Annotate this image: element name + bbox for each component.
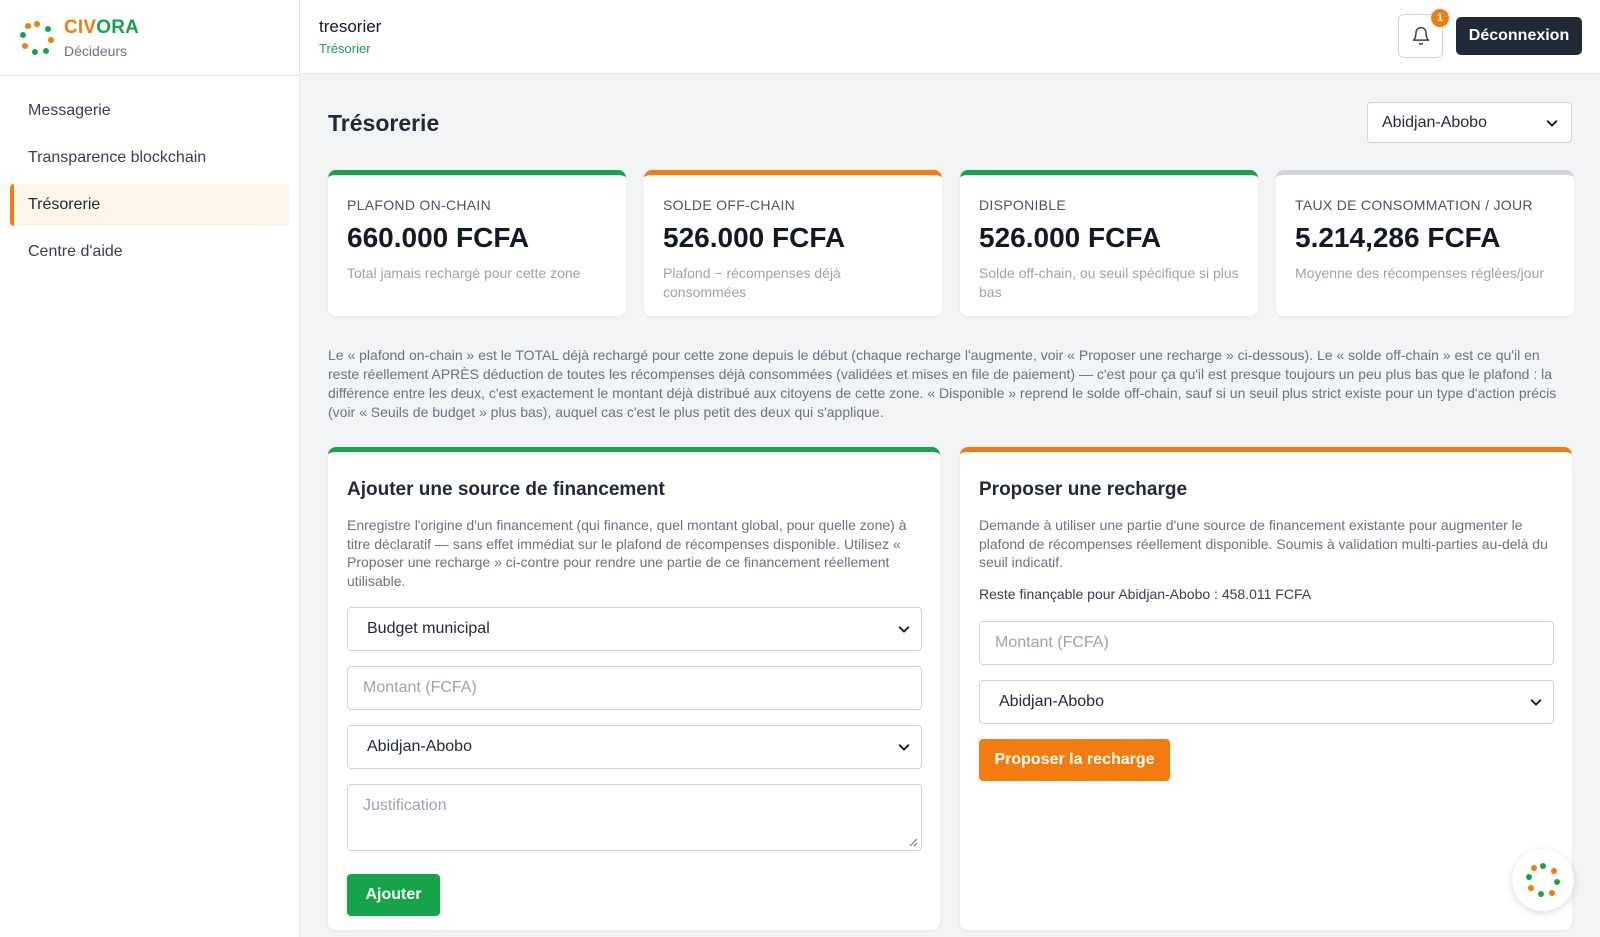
- bell-icon: [1412, 26, 1429, 46]
- sidebar-item-label: Centre d'aide: [28, 243, 123, 260]
- assistant-logo-icon: [1526, 863, 1560, 897]
- recharge-zone-select-value: Abidjan-Abobo: [999, 693, 1104, 710]
- funding-source-select[interactable]: Budget municipal: [347, 607, 922, 651]
- logo-icon: [20, 20, 54, 55]
- kpi-label: SOLDE OFF-CHAIN: [663, 197, 796, 213]
- recharge-amount-input[interactable]: Montant (FCFA): [979, 621, 1554, 665]
- kpi-description: Total jamais rechargé pour cette zone: [347, 265, 581, 281]
- card-title: Proposer une recharge: [979, 479, 1188, 500]
- kpi-value: 660.000 FCFA: [347, 222, 530, 253]
- notifications-button[interactable]: 1: [1398, 9, 1449, 58]
- chevron-down-icon: [898, 626, 910, 633]
- sidebar-item-messagerie[interactable]: Messagerie: [10, 90, 289, 132]
- resize-grip-icon: [909, 838, 918, 847]
- funding-source-card: Ajouter une source de financement Enregi…: [328, 447, 940, 930]
- sidebar-nav: Messagerie Transparence blockchain Tréso…: [0, 76, 299, 273]
- logout-button[interactable]: Déconnexion: [1456, 17, 1582, 55]
- sidebar-item-label: Transparence blockchain: [28, 149, 207, 166]
- kpi-label: PLAFOND ON-CHAIN: [347, 197, 492, 213]
- kpi-label: DISPONIBLE: [979, 197, 1067, 213]
- brand[interactable]: CIVORA Décideurs: [0, 0, 299, 76]
- explanation-text: Le « plafond on-chain » est le TOTAL déj…: [328, 347, 1557, 420]
- remaining-fundable: Reste finançable pour Abidjan-Abobo : 45…: [979, 586, 1312, 602]
- brand-subtitle: Décideurs: [64, 42, 128, 59]
- notification-badge: 1: [1431, 9, 1449, 27]
- user-role: Trésorier: [319, 41, 371, 56]
- add-funding-button[interactable]: Ajouter: [347, 874, 440, 916]
- card-description: Enregistre l'origine d'un financement (q…: [347, 517, 907, 589]
- funding-zone-select[interactable]: Abidjan-Abobo: [347, 725, 922, 769]
- sidebar-item-label: Trésorerie: [28, 196, 101, 213]
- card-description: Demande à utiliser une partie d'une sour…: [979, 517, 1548, 571]
- kpi-value: 5.214,286 FCFA: [1295, 222, 1501, 253]
- card-title: Ajouter une source de financement: [347, 479, 665, 500]
- kpi-card-plafond: PLAFOND ON-CHAIN 660.000 FCFA Total jama…: [328, 170, 626, 316]
- kpi-description: Moyenne des récompenses réglées/jour: [1295, 265, 1545, 281]
- sidebar-item-centre-aide[interactable]: Centre d'aide: [10, 231, 289, 273]
- brand-name: CIVORA: [64, 16, 140, 38]
- chevron-down-icon: [1530, 699, 1542, 706]
- chevron-down-icon: [1546, 119, 1558, 127]
- zone-select[interactable]: Abidjan-Abobo: [1367, 102, 1572, 143]
- recharge-card: Proposer une recharge Demande à utiliser…: [960, 447, 1572, 930]
- kpi-card-taux: TAUX DE CONSOMMATION / JOUR 5.214,286 FC…: [1276, 170, 1574, 316]
- page-title: Trésorerie: [328, 110, 440, 136]
- kpi-value: 526.000 FCFA: [663, 222, 846, 253]
- funding-zone-select-value: Abidjan-Abobo: [367, 738, 472, 755]
- zone-select-value: Abidjan-Abobo: [1382, 113, 1487, 131]
- sidebar-item-label: Messagerie: [28, 102, 111, 119]
- sidebar: CIVORA Décideurs Messagerie Transparence…: [0, 0, 300, 937]
- assistant-button[interactable]: [1512, 849, 1574, 911]
- kpi-description: Solde off-chain, ou seuil spécifique si …: [979, 265, 1239, 300]
- justification-placeholder: Justification: [363, 797, 447, 814]
- kpi-description: Plafond − récompenses déjà consommées: [663, 265, 841, 300]
- funding-amount-input[interactable]: Montant (FCFA): [347, 666, 922, 710]
- kpi-card-solde: SOLDE OFF-CHAIN 526.000 FCFA Plafond − r…: [644, 170, 942, 316]
- top-header: tresorier Trésorier 1 Déconnexion: [300, 0, 1600, 74]
- sidebar-item-tresorerie[interactable]: Trésorerie: [10, 184, 289, 226]
- justification-textarea[interactable]: Justification: [347, 784, 922, 851]
- kpi-label: TAUX DE CONSOMMATION / JOUR: [1295, 197, 1533, 213]
- chevron-down-icon: [898, 744, 910, 751]
- kpi-value: 526.000 FCFA: [979, 222, 1162, 253]
- user-name: tresorier: [319, 17, 382, 36]
- propose-recharge-button[interactable]: Proposer la recharge: [979, 739, 1170, 781]
- kpi-card-disponible: DISPONIBLE 526.000 FCFA Solde off-chain,…: [960, 170, 1258, 316]
- funding-source-select-value: Budget municipal: [367, 620, 490, 637]
- sidebar-item-transparence-blockchain[interactable]: Transparence blockchain: [10, 137, 289, 179]
- recharge-zone-select[interactable]: Abidjan-Abobo: [979, 680, 1554, 724]
